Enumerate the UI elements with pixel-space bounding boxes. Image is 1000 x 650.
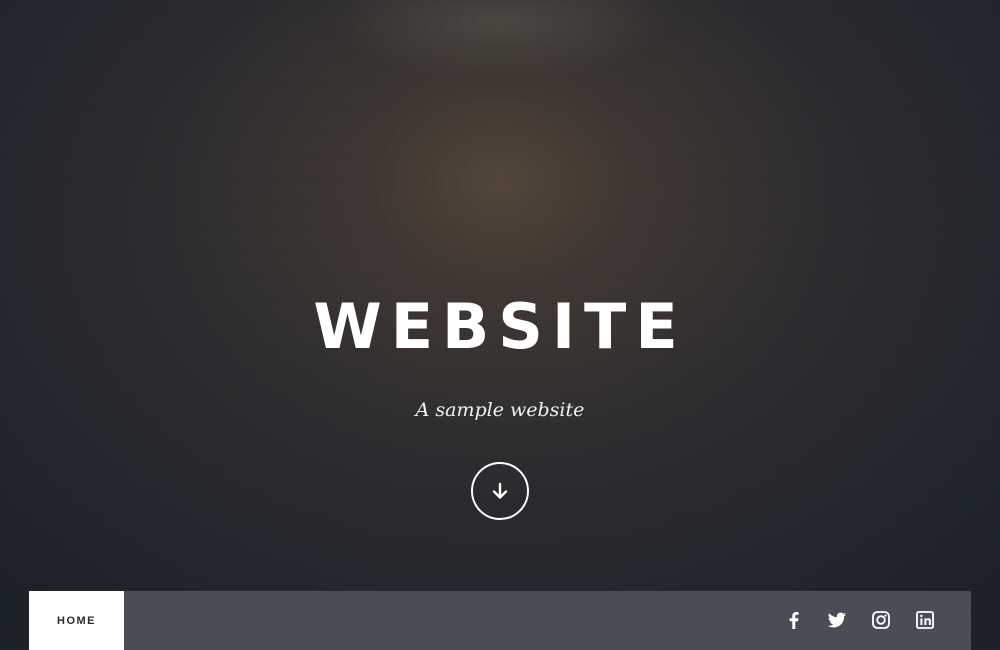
instagram-link[interactable] [870,609,892,631]
linkedin-icon [916,611,934,629]
facebook-link[interactable] [783,609,805,631]
scroll-down-button[interactable] [471,462,529,520]
instagram-icon [872,611,890,629]
facebook-icon [789,612,799,629]
twitter-link[interactable] [826,609,848,631]
main-navbar: HOME [29,591,971,650]
site-title: WEBSITE [313,290,687,363]
nav-item-home[interactable]: HOME [29,591,124,650]
hero-banner: WEBSITE A sample website HOME [0,0,1000,650]
site-tagline: A sample website [415,399,585,421]
twitter-icon [827,612,847,628]
linkedin-link[interactable] [914,609,936,631]
arrow-down-icon [492,482,508,499]
hero-glow [330,0,670,80]
